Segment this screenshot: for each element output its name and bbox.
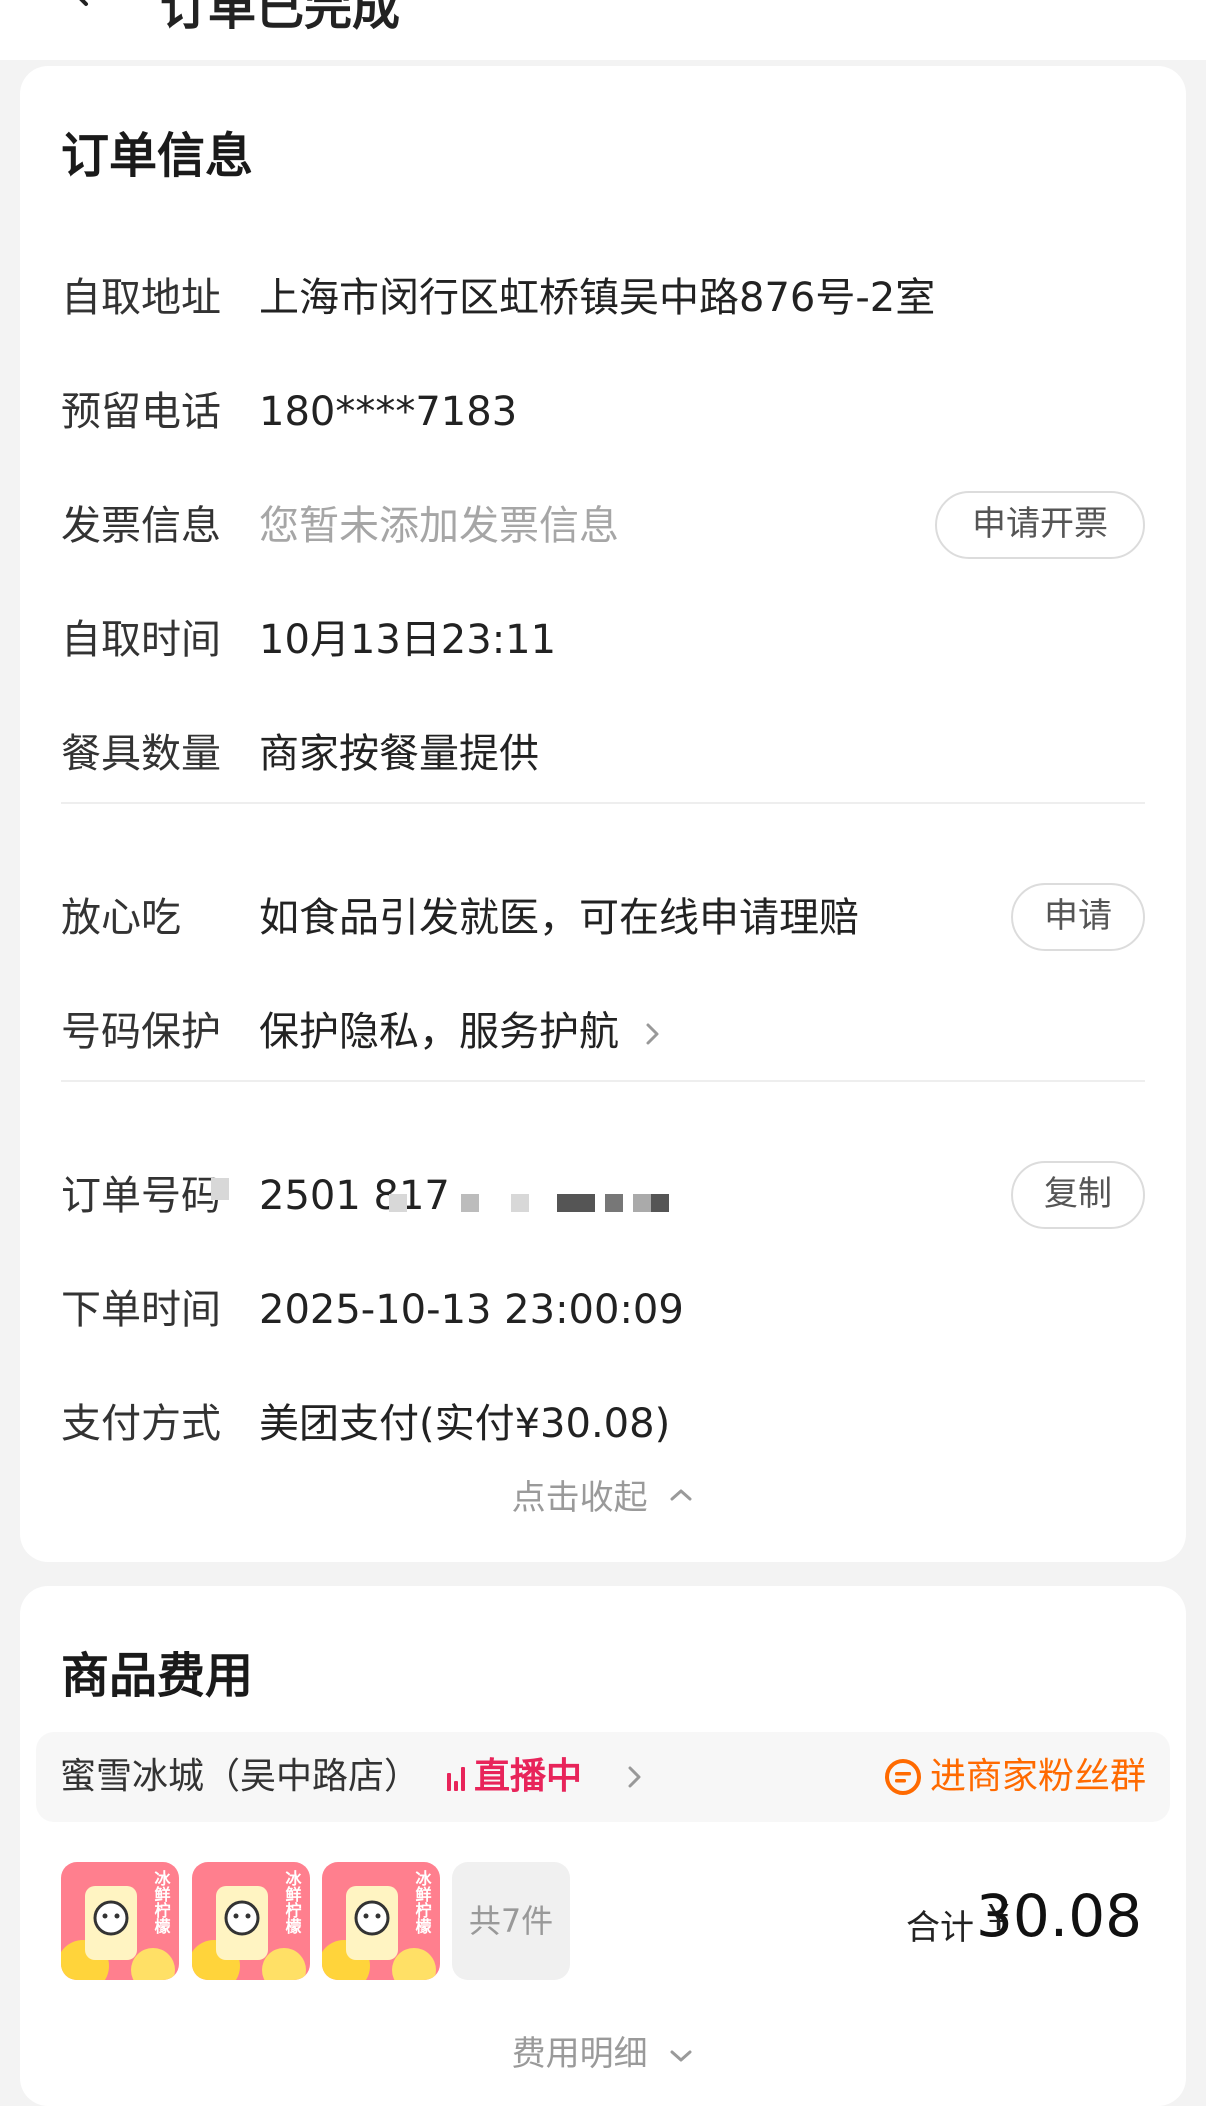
order-time-value: 2025-10-13 23:00:09 — [259, 1287, 684, 1333]
fans-group-link[interactable]: 进商家粉丝群 — [884, 1732, 1146, 1822]
chat-bubble-icon — [884, 1759, 921, 1795]
number-protect-value: 保护隐私，服务护航 — [259, 1002, 662, 1062]
order-time-row: 下单时间 2025-10-13 23:00:09 — [61, 1280, 1145, 1340]
safe-eat-label: 放心吃 — [61, 895, 181, 941]
payment-value: 美团支付(实付¥30.08) — [259, 1401, 671, 1447]
order-number-value: 2501 817 — [259, 1173, 450, 1219]
safe-eat-value: 如食品引发就医，可在线申请理赔 — [259, 895, 859, 941]
privacy-mosaic — [511, 1194, 529, 1212]
page-title: 订单已完成 — [160, 0, 401, 36]
product-thumbnail[interactable]: 冰鲜柠檬 — [192, 1862, 310, 1980]
goods-fee-card: 商品费用 蜜雪冰城（吴中路店） 直播中 进商家粉丝群 冰鲜柠檬 冰鲜柠檬 冰鲜柠… — [20, 1586, 1186, 2106]
lemon-drink-image: 冰鲜柠檬 — [61, 1862, 179, 1980]
chevron-right-icon — [628, 1766, 641, 1788]
invoice-label: 发票信息 — [61, 503, 221, 549]
product-caption: 冰鲜柠檬 — [413, 1869, 432, 1935]
live-label: 直播中 — [474, 1756, 583, 1797]
lemon-drink-image: 冰鲜柠檬 — [322, 1862, 440, 1980]
shop-name[interactable]: 蜜雪冰城（吴中路店） — [60, 1732, 420, 1822]
goods-fee-title: 商品费用 — [61, 1648, 254, 1704]
shop-bar[interactable]: 蜜雪冰城（吴中路店） 直播中 进商家粉丝群 — [36, 1732, 1170, 1822]
privacy-mosaic — [389, 1194, 407, 1212]
pickup-time-row: 自取时间 10月13日23:11 — [61, 610, 1145, 670]
phone-label: 预留电话 — [61, 389, 221, 435]
chevron-down-icon — [670, 2050, 692, 2061]
product-caption: 冰鲜柠檬 — [283, 1869, 302, 1935]
pickup-address-row: 自取地址 上海市闵行区虹桥镇吴中路876号-2室 — [61, 268, 1145, 328]
chevron-right-icon — [646, 1023, 659, 1045]
order-info-title: 订单信息 — [61, 128, 254, 184]
product-thumbnail[interactable]: 冰鲜柠檬 — [322, 1862, 440, 1980]
fee-detail-label: 费用明细 — [511, 2034, 648, 2074]
privacy-mosaic — [605, 1194, 623, 1212]
number-protect-label: 号码保护 — [61, 1009, 221, 1055]
pickup-address-label: 自取地址 — [61, 275, 221, 321]
fee-detail-toggle[interactable]: 费用明细 — [20, 2026, 1186, 2075]
total-label: 合计 — [906, 1908, 974, 1948]
top-nav-bar: 订单已完成 — [0, 0, 1206, 60]
divider — [61, 1080, 1145, 1082]
back-arrow-icon[interactable] — [60, 0, 100, 10]
divider — [61, 802, 1145, 804]
copy-button[interactable]: 复制 — [1011, 1161, 1145, 1229]
phone-value: 180****7183 — [259, 389, 518, 435]
payment-label: 支付方式 — [61, 1401, 221, 1447]
privacy-mosaic — [211, 1178, 229, 1200]
phone-row: 预留电话 180****7183 — [61, 382, 1145, 442]
order-info-card: 订单信息 自取地址 上海市闵行区虹桥镇吴中路876号-2室 预留电话 180**… — [20, 66, 1186, 1562]
product-caption: 冰鲜柠檬 — [152, 1869, 171, 1935]
privacy-mosaic — [461, 1194, 479, 1212]
number-protect-row[interactable]: 号码保护 保护隐私，服务护航 — [61, 1002, 1145, 1062]
order-number-row: 订单号码 2501 817 复制 — [61, 1161, 1145, 1229]
tableware-value: 商家按餐量提供 — [259, 731, 539, 777]
invoice-row: 发票信息 您暂未添加发票信息 申请开票 — [61, 491, 1145, 559]
product-thumbnail[interactable]: 冰鲜柠檬 — [61, 1862, 179, 1980]
tableware-row: 餐具数量 商家按餐量提供 — [61, 724, 1145, 784]
tableware-label: 餐具数量 — [61, 731, 221, 777]
privacy-mosaic — [633, 1194, 651, 1212]
payment-row: 支付方式 美团支付(实付¥30.08) — [61, 1394, 1145, 1454]
pickup-time-value: 10月13日23:11 — [259, 617, 557, 663]
live-bars-icon — [447, 1767, 465, 1791]
privacy-mosaic — [557, 1194, 595, 1212]
lemon-drink-image: 冰鲜柠檬 — [192, 1862, 310, 1980]
collapse-toggle[interactable]: 点击收起 — [20, 1470, 1186, 1519]
privacy-mosaic — [651, 1194, 669, 1212]
fans-group-label: 进商家粉丝群 — [929, 1756, 1146, 1797]
order-time-label: 下单时间 — [61, 1287, 221, 1333]
pickup-time-label: 自取时间 — [61, 617, 221, 663]
apply-invoice-button[interactable]: 申请开票 — [935, 491, 1145, 559]
apply-claim-button[interactable]: 申请 — [1011, 883, 1145, 951]
number-protect-text: 保护隐私，服务护航 — [259, 1009, 619, 1055]
total-amount: 30.08 — [975, 1882, 1142, 1950]
chevron-up-icon — [670, 1489, 692, 1500]
invoice-value: 您暂未添加发票信息 — [259, 503, 619, 549]
pickup-address-value: 上海市闵行区虹桥镇吴中路876号-2室 — [259, 275, 936, 321]
collapse-label: 点击收起 — [511, 1478, 648, 1518]
order-number-label: 订单号码 — [61, 1173, 221, 1219]
item-count[interactable]: 共7件 — [452, 1862, 570, 1980]
safe-eat-row: 放心吃 如食品引发就医，可在线申请理赔 申请 — [61, 883, 1145, 951]
